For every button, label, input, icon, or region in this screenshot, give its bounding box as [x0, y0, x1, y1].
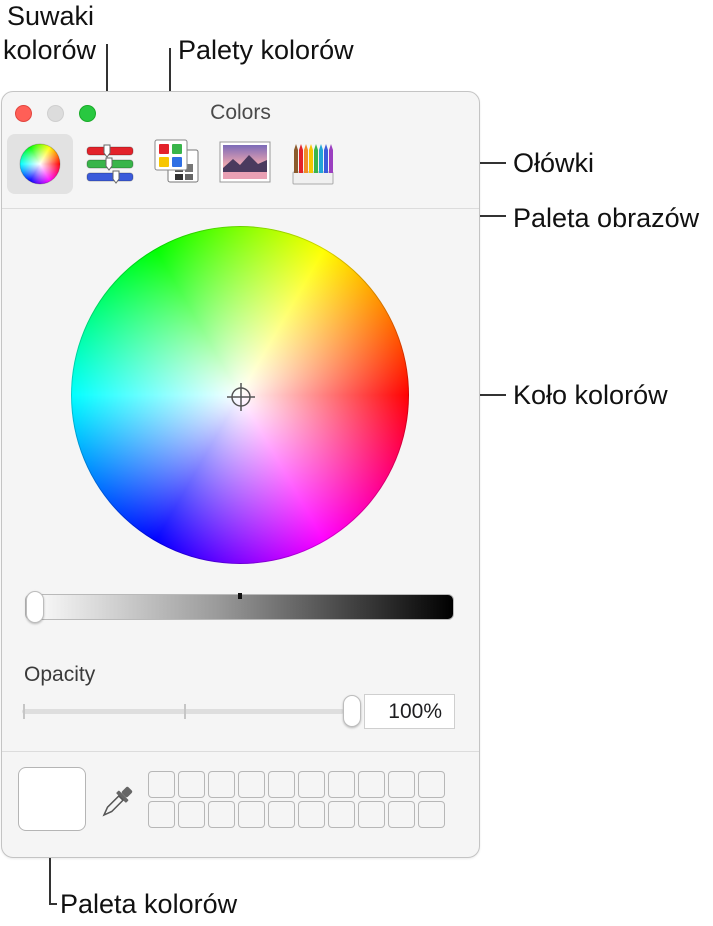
color-swatch[interactable] [178, 801, 205, 828]
color-swatch[interactable] [268, 771, 295, 798]
brightness-marker [238, 593, 242, 599]
callout-image-palette: Paleta obrazów [513, 203, 700, 233]
color-swatch[interactable] [388, 801, 415, 828]
eyedropper-icon[interactable] [94, 781, 138, 825]
callout-pencils: Ołówki [513, 148, 595, 178]
color-swatch[interactable] [418, 771, 445, 798]
opacity-value-field[interactable]: 100% [364, 694, 455, 729]
color-swatch[interactable] [328, 801, 355, 828]
color-swatch[interactable] [358, 771, 385, 798]
color-swatch[interactable] [148, 771, 175, 798]
brightness-slider-knob[interactable] [26, 591, 44, 623]
swatch-grid [148, 771, 445, 828]
color-palettes-icon [154, 139, 199, 183]
color-swatch[interactable] [358, 801, 385, 828]
color-swatch[interactable] [238, 801, 265, 828]
opacity-slider[interactable] [22, 709, 344, 714]
color-wheel-icon [19, 143, 61, 185]
color-swatch[interactable] [148, 801, 175, 828]
opacity-tick [184, 704, 186, 719]
color-swatch[interactable] [388, 771, 415, 798]
callout-color-palette: Paleta kolorów [60, 889, 238, 919]
leader-color-palette-h [49, 903, 57, 905]
tab-image-palettes[interactable] [212, 134, 278, 194]
tab-pencils[interactable] [280, 134, 346, 194]
color-sliders-icon [86, 144, 134, 184]
tab-color-sliders[interactable] [78, 134, 144, 194]
opacity-label: Opacity [24, 663, 96, 686]
color-swatch[interactable] [208, 771, 235, 798]
opacity-tick [23, 704, 25, 719]
color-swatch[interactable] [298, 801, 325, 828]
color-swatch[interactable] [268, 801, 295, 828]
swatch-divider [2, 751, 479, 752]
colors-window: Colors Opacity 100% [1, 91, 480, 858]
tab-color-palettes[interactable] [146, 134, 212, 194]
callout-palettes: Palety kolorów [178, 35, 354, 65]
color-swatch[interactable] [238, 771, 265, 798]
image-palettes-icon [219, 141, 271, 183]
toolbar [2, 134, 479, 209]
current-color-well[interactable] [18, 767, 86, 831]
tab-color-wheel[interactable] [7, 134, 73, 194]
color-swatch[interactable] [208, 801, 235, 828]
color-swatch[interactable] [328, 771, 355, 798]
crosshair-icon [227, 383, 255, 411]
opacity-slider-knob[interactable] [343, 695, 361, 727]
title-bar: Colors [2, 92, 479, 134]
color-swatch[interactable] [178, 771, 205, 798]
callout-sliders-line1: Suwaki [7, 1, 95, 31]
color-swatch[interactable] [298, 771, 325, 798]
pencils-icon [292, 144, 334, 185]
callout-sliders-line2: kolorów [3, 35, 97, 65]
callout-color-wheel: Koło kolorów [513, 380, 668, 410]
window-title: Colors [210, 101, 271, 124]
color-swatch[interactable] [418, 801, 445, 828]
